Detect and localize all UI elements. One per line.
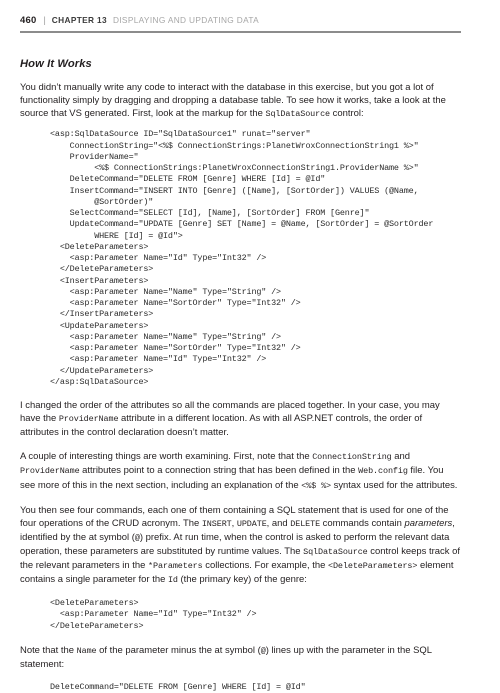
header-separator: | [43, 15, 46, 25]
paragraph-name-text-b: of the parameter minus the at symbol ( [96, 644, 261, 656]
code-block-sqldatasource-markup: <asp:SqlDataSource ID="SqlDataSource1" r… [50, 129, 434, 387]
chapter-title: DISPLAYING AND UPDATING DATA [112, 15, 260, 25]
paragraph-connection-text-a: A couple of interesting things are worth… [20, 451, 313, 463]
paragraph-connection-text-e: syntax used for the attributes. [331, 479, 458, 491]
paragraph-intro: You didn’t manually write any code to in… [20, 81, 461, 121]
inline-code-webconfig: Web.config [358, 466, 408, 477]
inline-code-deleteparameters: <DeleteParameters> [328, 560, 418, 571]
paragraph-crud-text-h: collections. For example, the [202, 559, 328, 571]
paragraph-connection-text-c: attributes point to a connection string … [79, 465, 359, 477]
section-heading: How It Works [20, 58, 92, 70]
inline-code-providername: ProviderName [58, 414, 119, 425]
inline-code-insert: INSERT [201, 518, 232, 529]
paragraph-connection-string: A couple of interesting things are worth… [20, 450, 461, 492]
inline-code-expression-syntax: <%$ %> [301, 480, 331, 491]
paragraph-connection-text-b: and [391, 451, 410, 463]
inline-code-connectionstring: ConnectionString [312, 452, 392, 463]
emphasis-parameters: parameters [404, 517, 453, 529]
paragraph-crud-text-j: (the primary key) of the genre: [177, 574, 307, 586]
inline-code-delete: DELETE [290, 518, 321, 529]
text-column: How It Works You didn’t manually write a… [20, 58, 461, 693]
paragraph-crud-commands: You then see four commands, each one of … [20, 504, 461, 588]
paragraph-intro-text-a: You didn’t manually write any code to in… [20, 82, 446, 120]
inline-code-providername-2: ProviderName [20, 466, 80, 477]
paragraph-crud-text-d: commands contain [320, 517, 405, 529]
document-page: 460 | CHAPTER 13 DISPLAYING AND UPDATING… [0, 0, 500, 692]
inline-code-id: Id [167, 575, 178, 586]
paragraph-crud-text-c: , and [266, 517, 291, 529]
page-number: 460 [20, 15, 37, 26]
inline-code-name: Name [76, 645, 97, 656]
paragraph-intro-text-b: control: [330, 108, 364, 120]
paragraph-name-lineup: Note that the Name of the parameter minu… [20, 644, 461, 671]
header-rule [20, 31, 461, 33]
inline-code-sqldatasource-2: SqlDataSource [303, 546, 368, 557]
paragraph-attribute-order: I changed the order of the attributes so… [20, 399, 461, 439]
running-header: 460 | CHAPTER 13 DISPLAYING AND UPDATING… [20, 15, 259, 26]
inline-code-sqldatasource: SqlDataSource [265, 109, 331, 120]
inline-code-update: UPDATE [236, 518, 267, 529]
inline-code-star-parameters: *Parameters [148, 560, 203, 571]
paragraph-name-text-a: Note that the [20, 644, 77, 656]
chapter-label: CHAPTER 13 [51, 15, 107, 25]
code-block-delete-command: DeleteCommand="DELETE FROM [Genre] WHERE… [50, 682, 306, 693]
